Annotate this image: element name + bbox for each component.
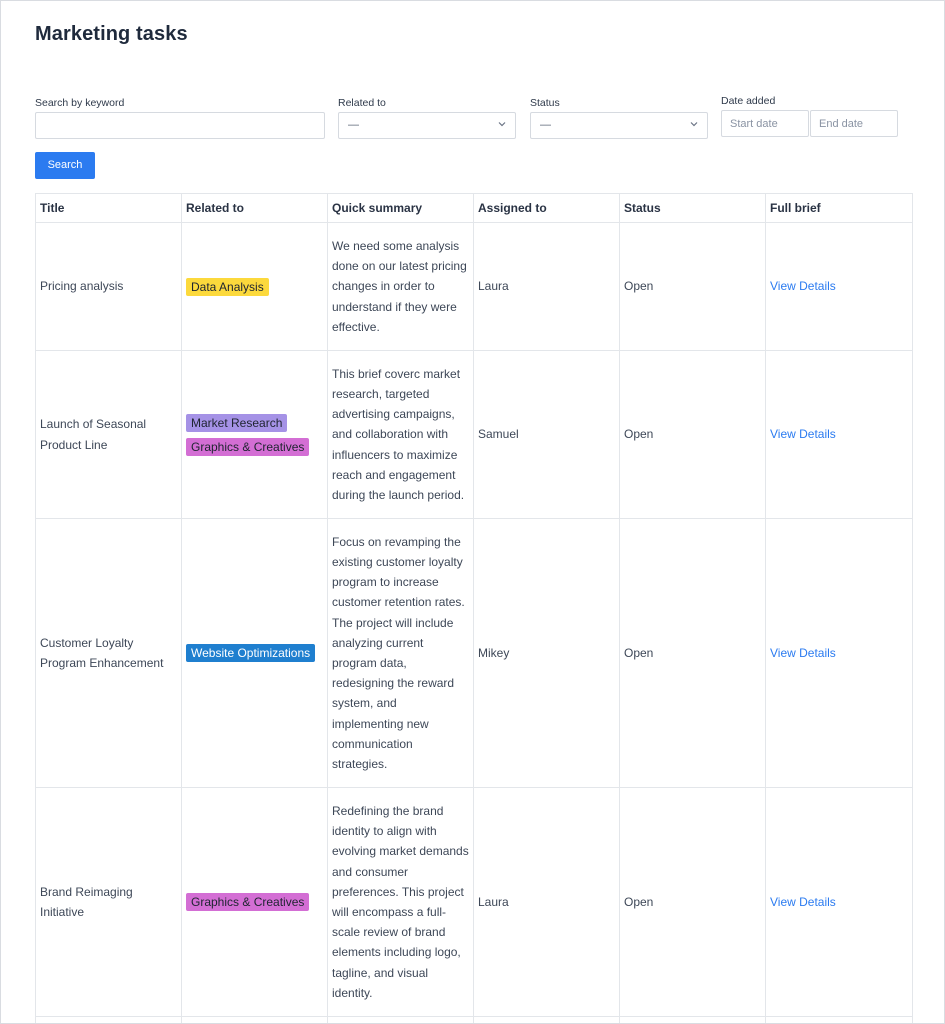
related-to-select[interactable]: —: [338, 112, 516, 139]
view-details-link[interactable]: View Details: [770, 646, 836, 660]
tag-badge: Graphics & Creatives: [186, 437, 310, 456]
view-details-link[interactable]: View Details: [770, 895, 836, 909]
related-tags: Website Optimizations: [181, 518, 328, 788]
table-row: Pricing analysis Data Analysis We need s…: [35, 222, 913, 351]
chevron-down-icon: [690, 122, 698, 127]
tag-badge: Market Research: [186, 413, 288, 432]
table-row: Launch of Seasonal Product Line Market R…: [35, 350, 913, 519]
task-status: Open: [619, 518, 766, 788]
related-tags: Market Research Graphics & Creatives: [181, 350, 328, 519]
end-date-placeholder: End date: [819, 118, 864, 130]
task-summary: We need some analysis done on our latest…: [327, 222, 474, 351]
column-header-brief: Full brief: [765, 193, 913, 223]
task-title: Brand Reimaging Initiative: [35, 787, 182, 1017]
column-header-status: Status: [619, 193, 766, 223]
chevron-down-icon: [498, 122, 506, 127]
table-row: Customer Loyalty Program Enhancement Web…: [35, 518, 913, 788]
end-date-input[interactable]: End date: [810, 110, 898, 137]
assigned-to: Samuel: [473, 350, 620, 519]
task-status: Open: [619, 350, 766, 519]
page-title: Marketing tasks: [35, 23, 188, 45]
task-summary: Redefining the brand identity to align w…: [327, 787, 474, 1017]
task-status: Open: [619, 222, 766, 351]
tag-badge: Website Optimizations: [186, 644, 316, 662]
task-summary: Focus on revamping the existing customer…: [327, 518, 474, 788]
table-row: Brand Reimaging Initiative Graphics & Cr…: [35, 787, 913, 1017]
table-header-row: Title Related to Quick summary Assigned …: [35, 193, 913, 223]
related-to-value: —: [348, 119, 359, 131]
tasks-table: Title Related to Quick summary Assigned …: [35, 193, 913, 1023]
keyword-label: Search by keyword: [35, 97, 125, 109]
task-status: Open: [619, 787, 766, 1017]
view-details-link[interactable]: View Details: [770, 279, 836, 293]
start-date-placeholder: Start date: [730, 118, 778, 130]
status-value: —: [540, 119, 551, 131]
brief-cell: View Details: [765, 787, 913, 1017]
column-header-related: Related to: [181, 193, 328, 223]
date-added-label: Date added: [721, 95, 776, 107]
related-tags: Graphics & Creatives: [181, 787, 328, 1017]
task-summary: This brief coverc market research, targe…: [327, 350, 474, 519]
keyword-search-input[interactable]: [35, 112, 325, 139]
brief-cell: View Details: [765, 518, 913, 788]
status-select[interactable]: —: [530, 112, 708, 139]
view-details-link[interactable]: View Details: [770, 427, 836, 441]
assigned-to: Mikey: [473, 518, 620, 788]
column-header-title: Title: [35, 193, 182, 223]
task-title: Launch of Seasonal Product Line: [35, 350, 182, 519]
column-header-assigned: Assigned to: [473, 193, 620, 223]
brief-cell: View Details: [765, 350, 913, 519]
brief-cell: View Details: [765, 222, 913, 351]
task-title: Pricing analysis: [35, 222, 182, 351]
start-date-input[interactable]: Start date: [721, 110, 809, 137]
table-row: [35, 1016, 913, 1023]
assigned-to: Laura: [473, 222, 620, 351]
app-window: Marketing tasks Search by keyword Relate…: [0, 0, 945, 1024]
status-label: Status: [530, 97, 560, 109]
related-to-label: Related to: [338, 97, 386, 109]
column-header-summary: Quick summary: [327, 193, 474, 223]
search-button[interactable]: Search: [35, 152, 95, 179]
tag-badge: Graphics & Creatives: [186, 893, 310, 911]
tag-badge: Data Analysis: [186, 277, 269, 296]
assigned-to: Laura: [473, 787, 620, 1017]
related-tags: Data Analysis: [181, 222, 328, 351]
task-title: Customer Loyalty Program Enhancement: [35, 518, 182, 788]
